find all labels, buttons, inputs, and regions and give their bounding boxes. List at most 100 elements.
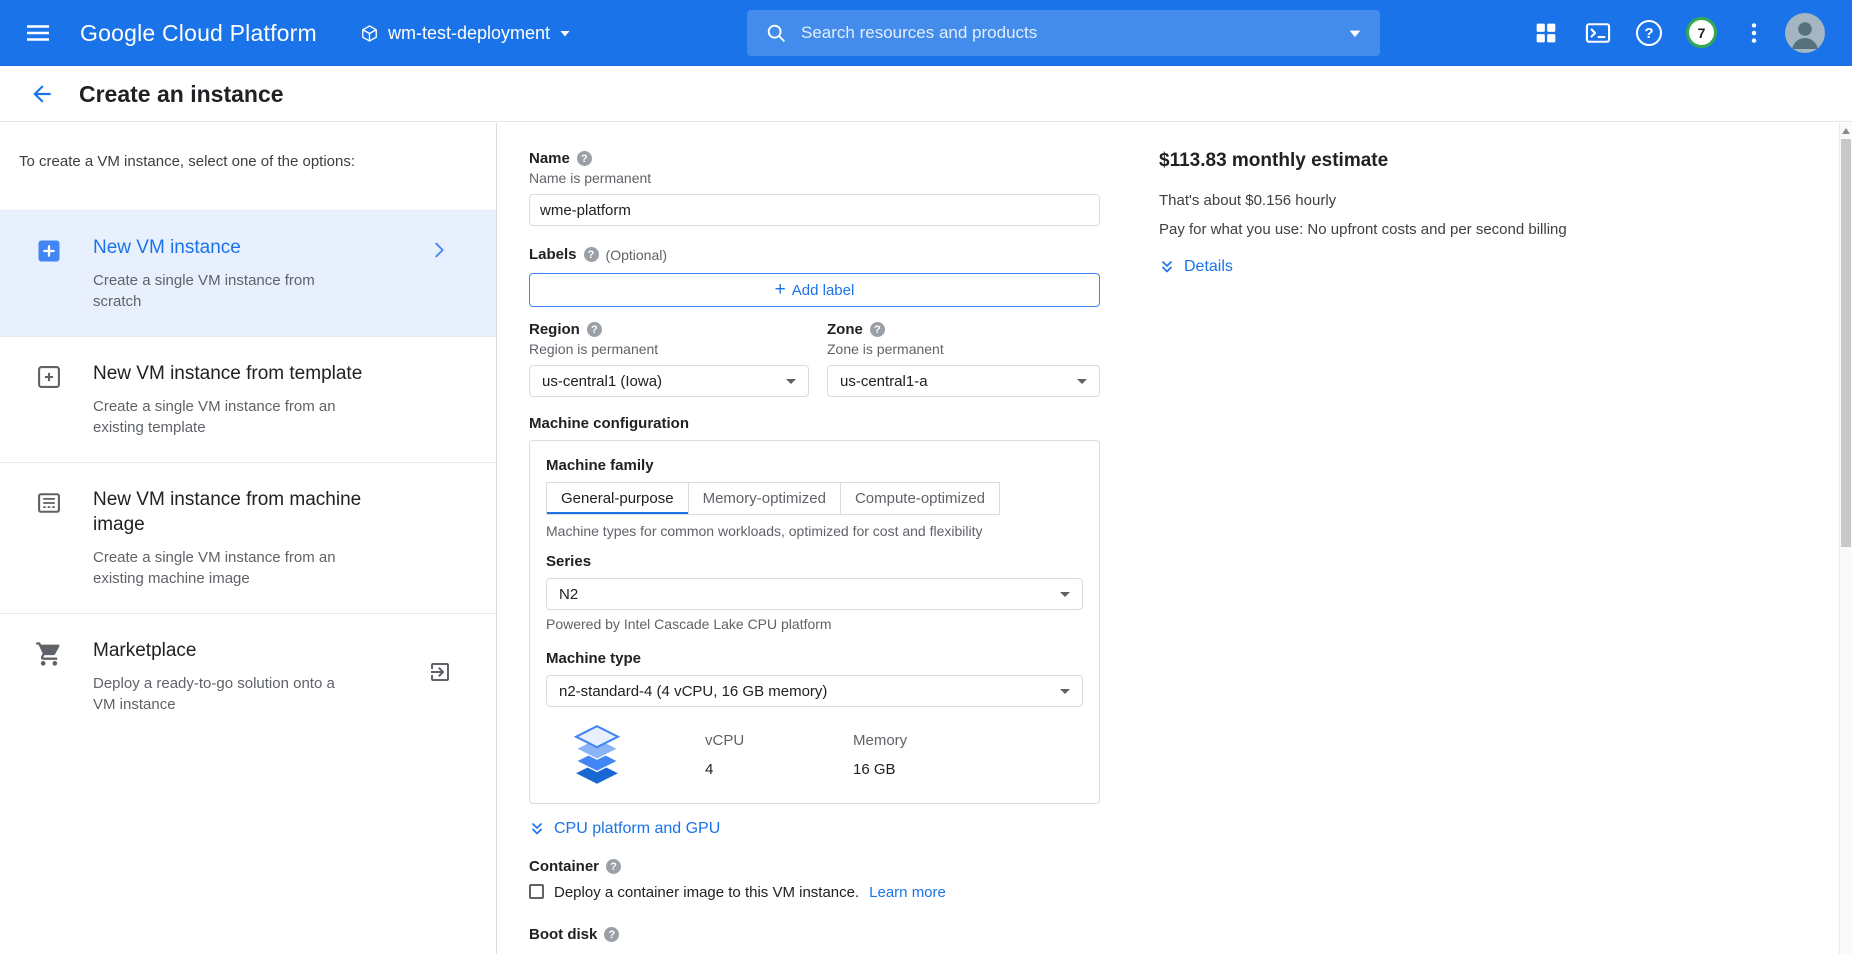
series-label: Series xyxy=(546,553,1083,570)
machine-type-select[interactable]: n2-standard-4 (4 vCPU, 16 GB memory) xyxy=(546,675,1083,707)
boot-disk-label-text: Boot disk xyxy=(529,926,597,943)
add-label-button[interactable]: + Add label xyxy=(529,273,1100,307)
back-button[interactable] xyxy=(29,81,55,107)
search-bar[interactable] xyxy=(747,10,1380,56)
search-caret-down-icon[interactable] xyxy=(1348,26,1362,40)
caret-down-icon xyxy=(786,379,796,384)
cpu-platform-gpu-link-text: CPU platform and GPU xyxy=(554,820,720,838)
estimate-details-expander[interactable]: Details xyxy=(1159,258,1679,276)
zone-field: Zone ? Zone is permanent us-central1-a xyxy=(827,321,1100,397)
cpu-platform-gpu-expander[interactable]: CPU platform and GPU xyxy=(529,820,1100,838)
memory-column: Memory 16 GB xyxy=(853,732,907,778)
machine-configuration-text: Machine configuration xyxy=(529,415,689,432)
option-description: Create a single VM instance from an exis… xyxy=(93,396,343,438)
kebab-menu-icon xyxy=(1740,19,1768,47)
hourly-estimate-text: That's about $0.156 hourly xyxy=(1159,192,1679,209)
machine-family-label: Machine family xyxy=(546,457,1083,474)
vcpu-value: 4 xyxy=(705,761,853,778)
tab-general-purpose[interactable]: General-purpose xyxy=(546,482,689,515)
scrollbar-thumb[interactable] xyxy=(1841,139,1851,547)
instance-name-input[interactable] xyxy=(529,194,1100,226)
help-icon[interactable]: ? xyxy=(606,859,621,874)
help-icon[interactable]: ? xyxy=(604,927,619,942)
machine-layers-icon xyxy=(565,721,629,789)
series-label-text: Series xyxy=(546,553,591,570)
avatar-person-icon xyxy=(1785,13,1825,53)
main-menu-button[interactable] xyxy=(24,19,52,47)
series-select-value: N2 xyxy=(559,586,578,603)
option-description: Create a single VM instance from an exis… xyxy=(93,547,343,589)
container-learn-more-link[interactable]: Learn more xyxy=(869,883,946,902)
option-title: New VM instance from template xyxy=(93,361,403,386)
double-chevron-down-icon xyxy=(1159,259,1175,275)
machine-configuration-card: Machine family General-purpose Memory-op… xyxy=(529,440,1100,804)
page-title: Create an instance xyxy=(79,66,284,122)
machine-family-tabs: General-purpose Memory-optimized Compute… xyxy=(546,482,1083,515)
project-name: wm-test-deployment xyxy=(388,23,550,44)
option-marketplace[interactable]: Marketplace Deploy a ready-to-go solutio… xyxy=(0,613,496,739)
zone-field-note: Zone is permanent xyxy=(827,341,1100,357)
option-new-vm-instance[interactable]: New VM instance Create a single VM insta… xyxy=(0,210,496,336)
region-select[interactable]: us-central1 (Iowa) xyxy=(529,365,809,397)
project-icon xyxy=(360,24,379,43)
cost-estimate-panel: $113.83 monthly estimate That's about $0… xyxy=(1159,150,1679,276)
labels-optional-text: (Optional) xyxy=(606,247,667,263)
zone-select[interactable]: us-central1-a xyxy=(827,365,1100,397)
option-title: Marketplace xyxy=(93,638,403,663)
details-link-text: Details xyxy=(1184,258,1233,276)
option-new-vm-from-machine-image[interactable]: New VM instance from machine image Creat… xyxy=(0,462,496,613)
help-icon[interactable]: ? xyxy=(584,247,599,262)
product-name: Google Cloud Platform xyxy=(80,0,317,66)
zone-select-value: us-central1-a xyxy=(840,373,928,390)
container-checkbox-text: Deploy a container image to this VM inst… xyxy=(554,883,859,902)
double-chevron-down-icon xyxy=(529,821,545,837)
apps-grid-icon xyxy=(1532,19,1560,47)
notifications-badge[interactable]: 7 xyxy=(1686,17,1717,48)
machine-family-text: Machine family xyxy=(546,457,654,474)
help-icon[interactable]: ? xyxy=(870,322,885,337)
apps-grid-button[interactable] xyxy=(1532,19,1560,47)
vm-instance-add-icon xyxy=(35,237,63,265)
tab-compute-optimized[interactable]: Compute-optimized xyxy=(840,482,1000,515)
hamburger-icon xyxy=(24,19,52,47)
container-label-text: Container xyxy=(529,858,599,875)
option-new-vm-from-template[interactable]: New VM instance from template Create a s… xyxy=(0,336,496,462)
account-avatar[interactable] xyxy=(1785,13,1825,53)
machine-image-icon xyxy=(35,489,63,517)
cloud-shell-icon xyxy=(1584,19,1612,47)
region-zone-row: Region ? Region is permanent us-central1… xyxy=(529,321,1100,397)
help-icon: ? xyxy=(1644,25,1653,42)
add-label-button-text: Add label xyxy=(792,282,855,299)
region-field: Region ? Region is permanent us-central1… xyxy=(529,321,809,397)
scroll-up-arrow-icon[interactable] xyxy=(1842,128,1850,134)
region-field-note: Region is permanent xyxy=(529,341,809,357)
help-icon[interactable]: ? xyxy=(587,322,602,337)
region-select-value: us-central1 (Iowa) xyxy=(542,373,662,390)
tab-memory-optimized[interactable]: Memory-optimized xyxy=(688,482,841,515)
more-options-button[interactable] xyxy=(1740,19,1768,47)
machine-configuration-label: Machine configuration xyxy=(529,415,1100,432)
region-field-label: Region ? xyxy=(529,321,809,338)
option-title: New VM instance from machine image xyxy=(93,487,403,537)
deploy-container-checkbox[interactable] xyxy=(529,884,544,899)
memory-label: Memory xyxy=(853,732,907,749)
machine-type-label: Machine type xyxy=(546,650,1083,667)
project-selector[interactable]: wm-test-deployment xyxy=(360,0,571,66)
option-description: Create a single VM instance from scratch xyxy=(93,270,343,312)
container-label: Container ? xyxy=(529,858,1100,875)
cloud-shell-button[interactable] xyxy=(1584,19,1612,47)
vcpu-label: vCPU xyxy=(705,732,853,749)
sidebar-intro-text: To create a VM instance, select one of t… xyxy=(0,123,496,210)
help-button[interactable]: ? xyxy=(1636,20,1662,46)
series-select[interactable]: N2 xyxy=(546,578,1083,610)
caret-down-icon xyxy=(1060,592,1070,597)
help-icon[interactable]: ? xyxy=(577,151,592,166)
chevron-right-icon xyxy=(428,239,450,266)
search-input[interactable] xyxy=(801,23,1348,43)
vertical-scrollbar[interactable] xyxy=(1839,123,1852,954)
caret-down-icon xyxy=(1077,379,1087,384)
open-marketplace-icon[interactable] xyxy=(428,660,452,689)
container-checkbox-row: Deploy a container image to this VM inst… xyxy=(529,883,1100,902)
gcp-create-instance-page: Google Cloud Platform wm-test-deployment… xyxy=(0,0,1852,954)
zone-field-label: Zone ? xyxy=(827,321,1100,338)
